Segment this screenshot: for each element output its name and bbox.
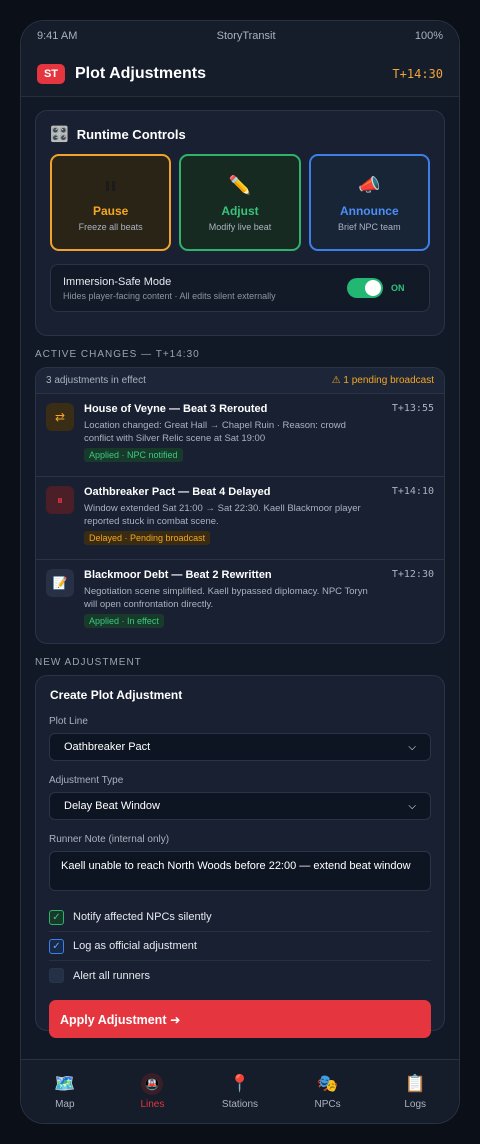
bottom-tab-bar: 🗺️ Map 🚇 Lines 📍 Stations 🎭 NPCs 📋 Logs	[21, 1059, 459, 1123]
status-time: 9:41 AM	[37, 30, 78, 42]
change-time: T+12:30	[391, 569, 434, 580]
checkbox-checked[interactable]: ✓	[49, 938, 64, 954]
alert-runners-option[interactable]: Alert all runners	[49, 961, 431, 990]
checkbox-label: Notify affected NPCs silently	[73, 911, 212, 923]
plot-line-value: Oathbreaker Pact	[64, 741, 151, 753]
immersion-safe-mode-row: Immersion-Safe Mode Hides player-facing …	[50, 264, 430, 312]
status-badge: Delayed · Pending broadcast	[84, 531, 211, 545]
adjust-button[interactable]: ✏️ Adjust Modify live beat	[179, 154, 301, 251]
pause-sublabel: Freeze all beats	[78, 221, 143, 232]
change-title: Blackmoor Debt — Beat 2 Rewritten	[84, 569, 272, 581]
adjustment-type-select[interactable]: Delay Beat Window ⌵	[49, 792, 431, 820]
status-badge: Applied · NPC notified	[84, 448, 183, 462]
adjust-sublabel: Modify live beat	[208, 221, 272, 232]
active-changes-header: 3 adjustments in effect ⚠ 1 pending broa…	[36, 368, 444, 394]
change-item[interactable]: ⇄ House of Veyne — Beat 3 Rerouted T+13:…	[36, 394, 444, 477]
announce-button[interactable]: 📣 Announce Brief NPC team	[308, 154, 430, 251]
form-title: Create Plot Adjustment	[50, 688, 183, 702]
chevron-down-icon: ⌵	[408, 800, 416, 812]
runner-note-label: Runner Note (internal only)	[49, 834, 170, 845]
checkbox-checked[interactable]: ✓	[49, 909, 64, 925]
change-description: Location changed: Great Hall → Chapel Ru…	[84, 420, 346, 444]
adjustment-type-label: Adjustment Type	[49, 775, 124, 786]
pin-icon: 📍	[229, 1074, 251, 1093]
status-carrier: StoryTransit	[216, 30, 276, 42]
tab-npcs[interactable]: 🎭 NPCs	[284, 1060, 372, 1123]
status-battery: 100%	[414, 30, 443, 42]
checkbox-label: Alert all runners	[73, 969, 151, 982]
checkbox-label: Log as official adjustment	[73, 940, 197, 952]
plot-line-label: Plot Line	[49, 716, 88, 727]
tab-map[interactable]: 🗺️ Map	[21, 1060, 109, 1123]
new-adjustment-section-label: NEW ADJUSTMENT	[35, 657, 142, 668]
status-badge: Applied · In effect	[84, 614, 164, 628]
phone-frame: 9:41 AM StoryTransit 100% ST Plot Adjust…	[20, 20, 460, 1124]
create-adjustment-form: Create Plot Adjustment Plot Line Oathbre…	[35, 675, 445, 1038]
adjust-label: Adjust	[221, 203, 259, 218]
runtime-controls-title: Runtime Controls	[76, 126, 186, 142]
pause-icon: ⏸	[46, 486, 74, 514]
notify-npcs-option[interactable]: ✓ Notify affected NPCs silently	[49, 903, 431, 932]
runtime-controls-card: 🎛️ Runtime Controls Pause Freeze all bea…	[35, 110, 445, 336]
checkbox-unchecked[interactable]	[49, 968, 64, 983]
session-clock: T+14:30	[392, 66, 443, 81]
pause-label: Pause	[92, 203, 129, 218]
memo-icon: 📝	[46, 569, 74, 597]
immersion-toggle[interactable]	[347, 278, 383, 298]
tab-label: Logs	[404, 1099, 427, 1110]
clipboard-icon: 📋	[404, 1074, 426, 1093]
option-checkboxes: ✓ Notify affected NPCs silently ✓ Log as…	[49, 903, 431, 990]
tab-logs[interactable]: 📋 Logs	[371, 1060, 459, 1123]
adjustments-summary: 3 adjustments in effect	[46, 375, 146, 386]
adjustment-type-value: Delay Beat Window	[64, 800, 160, 812]
change-description: Negotiation scene simplified. Kaell bypa…	[84, 586, 368, 610]
tab-label: NPCs	[314, 1099, 341, 1110]
apply-adjustment-button[interactable]: Apply Adjustment ➜	[49, 1000, 431, 1038]
announce-label: Announce	[339, 203, 399, 218]
plot-line-select[interactable]: Oathbreaker Pact ⌵	[49, 733, 431, 761]
immersion-title: Immersion-Safe Mode	[63, 275, 172, 288]
tab-label: Lines	[140, 1099, 165, 1110]
change-time: T+13:55	[391, 403, 434, 414]
reroute-icon: ⇄	[46, 403, 74, 431]
change-title: Oathbreaker Pact — Beat 4 Delayed	[84, 486, 271, 498]
active-changes-card: 3 adjustments in effect ⚠ 1 pending broa…	[35, 367, 445, 644]
runner-note-input[interactable]: Kaell unable to reach North Woods before…	[49, 851, 431, 891]
change-item[interactable]: 📝 Blackmoor Debt — Beat 2 Rewritten T+12…	[36, 560, 444, 643]
app-bar: ST Plot Adjustments T+14:30	[21, 51, 459, 97]
change-time: T+14:10	[391, 486, 434, 497]
metro-icon: 🚇	[141, 1073, 164, 1095]
chevron-down-icon: ⌵	[408, 741, 416, 753]
pencil-icon: ✏️	[228, 175, 252, 195]
pause-icon	[106, 174, 116, 198]
log-official-option[interactable]: ✓ Log as official adjustment	[49, 932, 431, 961]
megaphone-icon: 📣	[358, 175, 381, 195]
tab-stations[interactable]: 📍 Stations	[196, 1060, 284, 1123]
app-logo: ST	[37, 63, 65, 84]
map-icon: 🗺️	[54, 1074, 76, 1093]
runtime-controls-header: 🎛️ Runtime Controls	[50, 125, 430, 143]
announce-sublabel: Brief NPC team	[338, 221, 401, 232]
pause-button[interactable]: Pause Freeze all beats	[50, 154, 172, 251]
change-item[interactable]: ⏸ Oathbreaker Pact — Beat 4 Delayed T+14…	[36, 477, 444, 560]
control-knobs-icon: 🎛️	[50, 126, 69, 143]
status-bar: 9:41 AM StoryTransit 100%	[21, 21, 459, 51]
page-title: Plot Adjustments	[75, 64, 206, 82]
active-changes-section-label: ACTIVE CHANGES — T+14:30	[35, 349, 200, 360]
immersion-toggle-state: ON	[391, 283, 405, 293]
immersion-subtitle: Hides player-facing content · All edits …	[63, 290, 276, 301]
change-title: House of Veyne — Beat 3 Rerouted	[84, 403, 268, 415]
tab-label: Map	[55, 1099, 75, 1110]
change-description: Window extended Sat 21:00 → Sat 22:30. K…	[84, 503, 361, 527]
tab-lines[interactable]: 🚇 Lines	[109, 1060, 197, 1123]
pending-broadcast-alert[interactable]: ⚠ 1 pending broadcast	[332, 375, 434, 386]
masks-icon: 🎭	[316, 1074, 339, 1093]
tab-label: Stations	[221, 1099, 259, 1110]
